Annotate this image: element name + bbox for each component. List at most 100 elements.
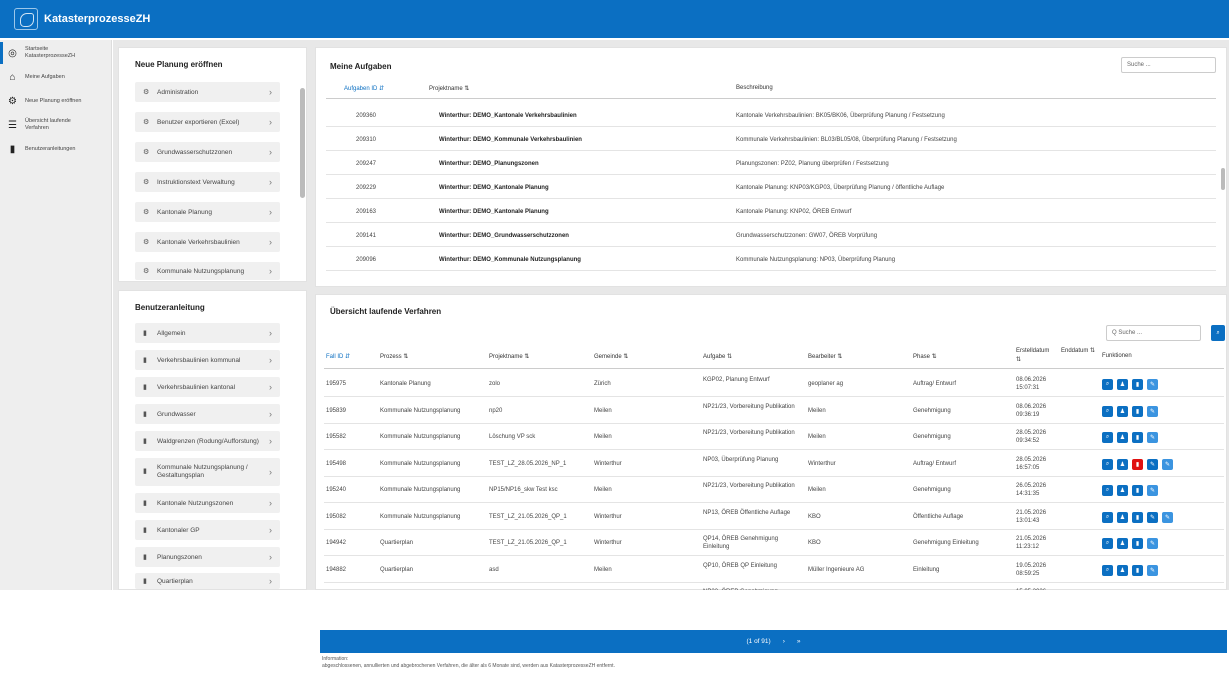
book-button[interactable]: ▮	[1132, 511, 1143, 523]
header-enddatum[interactable]: Enddatum ⇅	[1061, 347, 1097, 356]
user-button[interactable]: ♟	[1117, 564, 1128, 576]
table-row[interactable]: 194882 Quartierplan asd Meilen QP10, ÖREB QP…	[324, 557, 1224, 583]
cell-id: 209163	[356, 209, 377, 215]
canton-logo-icon[interactable]	[14, 8, 38, 30]
anleitung-item[interactable]: ▮ Allgemein ›	[135, 323, 280, 343]
nav-item-uebersicht[interactable]: ☰ Übersicht laufende Verfahren	[0, 114, 111, 136]
header-phase[interactable]: Phase ⇅	[913, 353, 937, 360]
planung-item[interactable]: ⚙ Kommunale Nutzungsplanung ›	[135, 262, 280, 280]
header-aufgaben-id[interactable]: Aufgaben ID ⇵	[344, 85, 384, 92]
header-bearbeiter[interactable]: Bearbeiter ⇅	[808, 353, 842, 360]
user-button[interactable]: ♟	[1117, 511, 1128, 523]
edit-button[interactable]: ✎	[1147, 458, 1158, 470]
user-button[interactable]: ♟	[1117, 458, 1128, 470]
table-row[interactable]: 195082 Kommunale Nutzungsplanung TEST_LZ_2…	[324, 504, 1224, 530]
view-button[interactable]: ⌕	[1102, 379, 1113, 390]
app-title[interactable]: KatasterprozesseZH	[44, 13, 150, 25]
header-prozess[interactable]: Prozess ⇅	[380, 353, 408, 360]
last-page-button[interactable]: »	[797, 638, 801, 645]
book-button[interactable]: ▮	[1132, 538, 1143, 549]
table-row[interactable]: 195839 Kommunale Nutzungsplanung np20 Meile…	[324, 398, 1224, 424]
table-row[interactable]: 209360 Winterthur: DEMO_Kantonale Verkehr…	[326, 104, 1216, 127]
cell-gemeinde: Winterthur	[594, 460, 622, 467]
header-fall-id[interactable]: Fall ID ⇵	[326, 353, 350, 360]
user-button[interactable]: ♟	[1117, 485, 1128, 496]
table-row[interactable]: 195975 Kantonale Planung zolo Zürich KGP02, …	[324, 371, 1224, 397]
scrollbar-thumb[interactable]	[1221, 168, 1225, 190]
anleitung-item[interactable]: ▮ Kantonale Nutzungszonen ›	[135, 493, 280, 513]
anleitung-item[interactable]: ▮ Verkehrsbaulinien kantonal ›	[135, 377, 280, 397]
edit-button[interactable]: ✎	[1162, 511, 1173, 523]
planung-item[interactable]: ⚙ Administration ›	[135, 82, 280, 102]
user-button[interactable]: ♟	[1117, 379, 1128, 390]
header-projektname[interactable]: Projektname ⇅	[489, 353, 529, 360]
anleitung-item[interactable]: ▮ Kommunale Nutzungsplanung / Gestaltungs…	[135, 458, 280, 486]
user-button[interactable]: ♟	[1117, 538, 1128, 549]
anleitung-item[interactable]: ▮ Quartierplan ›	[135, 573, 280, 589]
table-row[interactable]: 195498 Kommunale Nutzungsplanung TEST_LZ_2…	[324, 451, 1224, 477]
view-button[interactable]: ⌕	[1102, 458, 1113, 470]
anleitung-item[interactable]: ▮ Waldgrenzen (Rodung/Aufforstung) ›	[135, 431, 280, 451]
user-button[interactable]: ♟	[1117, 432, 1128, 443]
table-row[interactable]: 209163 Winterthur: DEMO_Kantonale Planung…	[326, 200, 1216, 223]
cell-beschreibung: Planungszonen: PZ02, Planung überprüfen …	[736, 161, 889, 167]
header-projektname[interactable]: Projektname ⇅	[429, 85, 469, 92]
view-button[interactable]: ⌕	[1102, 538, 1113, 549]
table-row[interactable]: 209229 Winterthur: DEMO_Kantonale Planung…	[326, 176, 1216, 199]
planung-item[interactable]: ⚙ Kantonale Planung ›	[135, 202, 280, 222]
book-icon: ▮	[9, 143, 16, 155]
nav-item-neue-planung[interactable]: ⚙ Neue Planung eröffnen	[0, 90, 111, 112]
edit-button[interactable]: ✎	[1147, 432, 1158, 443]
planung-item[interactable]: ⚙ Benutzer exportieren (Excel) ›	[135, 112, 280, 132]
book-button[interactable]: ▮	[1132, 432, 1143, 443]
header-gemeinde[interactable]: Gemeinde ⇅	[594, 353, 628, 360]
book-button[interactable]: ▮	[1132, 485, 1143, 496]
table-row[interactable]: 209141 Winterthur: DEMO_Grundwasserschutz…	[326, 224, 1216, 247]
book-button[interactable]: ▮	[1132, 458, 1143, 470]
edit-button[interactable]: ✎	[1147, 511, 1158, 523]
anleitung-item[interactable]: ▮ Planungszonen ›	[135, 547, 280, 567]
edit-button[interactable]: ✎	[1147, 564, 1158, 576]
edit-button[interactable]: ✎	[1147, 485, 1158, 496]
table-row[interactable]: 209096 Winterthur: DEMO_Kommunale Nutzung…	[326, 248, 1216, 271]
view-button[interactable]: ⌕	[1102, 564, 1113, 576]
next-page-button[interactable]: ›	[783, 638, 785, 645]
nav-item-meine-aufgaben[interactable]: ⌂ Meine Aufgaben	[0, 66, 111, 88]
cell-projekt: zolo	[489, 381, 501, 387]
header-erstelldatum[interactable]: Erstelldatum ⇅	[1016, 347, 1056, 365]
table-row[interactable]: 195582 Kommunale Nutzungsplanung Löschung …	[324, 424, 1224, 450]
user-button[interactable]: ♟	[1117, 405, 1128, 417]
header-aufgabe[interactable]: Aufgabe ⇅	[703, 353, 732, 360]
anleitung-item[interactable]: ▮ Grundwasser ›	[135, 404, 280, 424]
view-button[interactable]: ⌕	[1102, 511, 1113, 523]
search-button[interactable]: ⌕	[1211, 325, 1225, 341]
book-button[interactable]: ▮	[1132, 564, 1143, 576]
planung-item[interactable]: ⚙ Grundwasserschutzzonen ›	[135, 142, 280, 162]
aufgaben-search-input[interactable]: Suche ...	[1121, 57, 1216, 73]
edit-button[interactable]: ✎	[1147, 538, 1158, 549]
view-button[interactable]: ⌕	[1102, 405, 1113, 417]
view-button[interactable]: ⌕	[1102, 432, 1113, 443]
table-row[interactable]: 194942 Quartierplan TEST_LZ_21.05.2026_QP_…	[324, 530, 1224, 556]
table-row[interactable]: 209247 Winterthur: DEMO_Planungszonen Plan…	[326, 152, 1216, 175]
table-row[interactable]: 209310 Winterthur: DEMO_Kommunale Verkehr…	[326, 128, 1216, 151]
verfahren-search-input[interactable]: Q Suche ...	[1106, 325, 1201, 341]
planung-item[interactable]: ⚙ Kantonale Verkehrsbaulinien ›	[135, 232, 280, 252]
book-icon: ▮	[143, 554, 147, 561]
table-row[interactable]: 195240 Kommunale Nutzungsplanung NP15/NP16…	[324, 477, 1224, 503]
edit-button[interactable]: ✎	[1147, 405, 1158, 417]
gears-icon: ⚙	[143, 119, 150, 126]
book-icon: ▮	[143, 357, 147, 364]
planung-item[interactable]: ⚙ Instruktionstext Verwaltung ›	[135, 172, 280, 192]
book-button[interactable]: ▮	[1132, 379, 1143, 390]
nav-item-benutzeranleitungen[interactable]: ▮ Benutzeranleitungen	[0, 138, 111, 160]
edit-button[interactable]: ✎	[1162, 458, 1173, 470]
anleitung-item[interactable]: ▮ Verkehrsbaulinien kommunal ›	[135, 350, 280, 370]
book-button[interactable]: ▮	[1132, 405, 1143, 417]
nav-item-startseite[interactable]: ◎ Startseite KatasterprozesseZH	[0, 42, 111, 64]
edit-button[interactable]: ✎	[1147, 379, 1158, 390]
scrollbar-thumb[interactable]	[300, 88, 305, 198]
view-button[interactable]: ⌕	[1102, 485, 1113, 496]
anleitung-item[interactable]: ▮ Kantonaler GP ›	[135, 520, 280, 540]
header-divider	[324, 368, 1224, 369]
